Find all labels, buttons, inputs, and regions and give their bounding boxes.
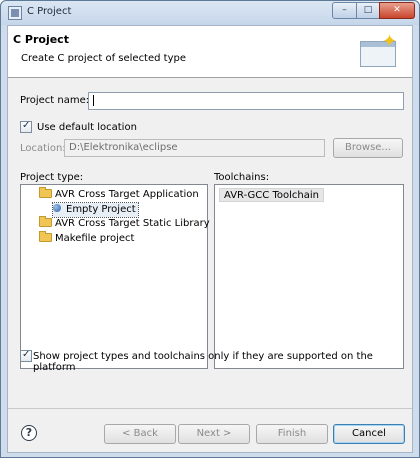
toolchain-item-avr-gcc[interactable]: AVR-GCC Toolchain: [219, 188, 324, 202]
folder-icon: [39, 186, 52, 198]
finish-button[interactable]: Finish: [256, 424, 328, 444]
show-supported-only-label: Show project types and toolchains only i…: [33, 351, 373, 373]
location-input[interactable]: D:\Elektronika\eclipse: [64, 139, 325, 157]
wizard-description: Create C project of selected type: [21, 53, 186, 64]
folder-icon: [39, 230, 52, 242]
tree-item-empty-project[interactable]: Empty Project: [52, 202, 139, 218]
location-value: D:\Elektronika\eclipse: [69, 142, 178, 153]
wizard-title: C Project: [13, 33, 69, 46]
project-type-icon: [53, 204, 61, 212]
tree-item-avr-cross-target-static-library[interactable]: AVR Cross Target Static Library: [39, 215, 210, 231]
toolchains-label: Toolchains:: [214, 172, 270, 183]
title-bar[interactable]: C Project – □ ✕: [1, 1, 419, 25]
project-name-input[interactable]: [88, 92, 404, 110]
next-button[interactable]: Next >: [178, 424, 250, 444]
wizard-header: C Project Create C project of selected t…: [8, 26, 412, 78]
tree-item-makefile-project[interactable]: Makefile project: [39, 230, 134, 246]
folder-icon: [39, 215, 52, 227]
back-button[interactable]: < Back: [104, 424, 176, 444]
toolchains-list[interactable]: AVR-GCC Toolchain: [214, 184, 404, 369]
window-icon: [8, 6, 22, 20]
browse-button[interactable]: Browse...: [333, 138, 403, 158]
show-supported-only-checkbox[interactable]: [20, 349, 32, 362]
help-icon[interactable]: ?: [21, 425, 37, 441]
window-title: C Project: [27, 6, 72, 17]
button-bar-separator: [8, 408, 412, 409]
dialog-body: C Project Create C project of selected t…: [7, 25, 413, 453]
new-project-wizard-icon: ✦: [356, 31, 402, 69]
cancel-button[interactable]: Cancel: [333, 424, 405, 444]
tree-item-avr-cross-target-application[interactable]: AVR Cross Target Application: [39, 186, 199, 202]
project-name-label: Project name:: [20, 95, 90, 106]
use-default-location-label: Use default location: [37, 122, 137, 133]
use-default-location-checkbox[interactable]: [20, 120, 32, 133]
project-type-tree[interactable]: AVR Cross Target Application Empty Proje…: [20, 184, 210, 369]
maximize-button[interactable]: □: [356, 2, 380, 19]
text-caret: [93, 94, 94, 106]
minimize-button[interactable]: –: [332, 2, 357, 19]
location-label: Location:: [20, 143, 66, 154]
close-button[interactable]: ✕: [379, 2, 415, 19]
c-project-dialog: C Project – □ ✕ C Project Create C proje…: [0, 0, 420, 458]
project-type-label: Project type:: [20, 172, 84, 183]
